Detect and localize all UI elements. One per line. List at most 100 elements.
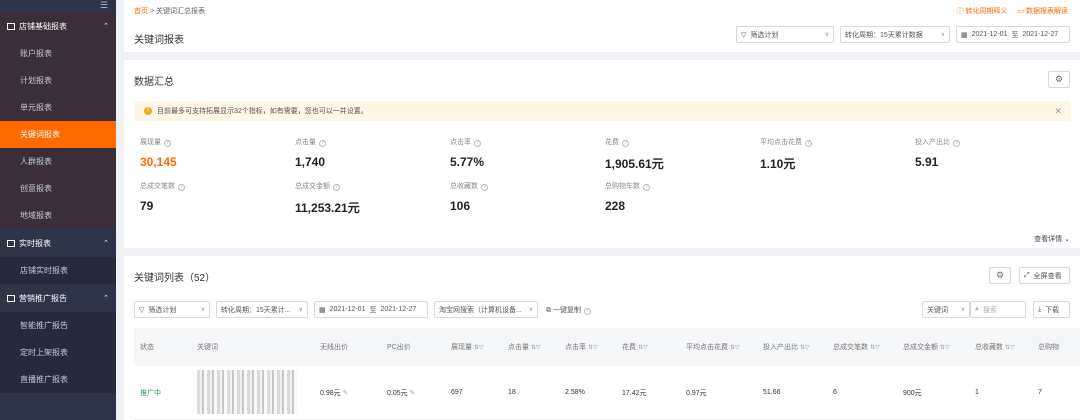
cell-clicks: 18 bbox=[508, 389, 516, 396]
calendar-icon: ▦ bbox=[961, 31, 968, 39]
summary-card: 数据汇总 ⚙ ! 目前最多可支持拓展显示32个指标，如有需要，您也可以一并设置。 ✕… bbox=[124, 60, 1080, 248]
table-header: 状态 关键词 无线出价 PC出价 展现量 ⇅▽ 点击量 ⇅▽ 点击率 ⇅▽ 花费… bbox=[134, 328, 1080, 366]
col-pc-bid: PC出价 bbox=[387, 344, 411, 351]
keyword-list-card: 关键词列表（52） ⚙ ⤢ 全屏查看 ▽ 筛选计划 ∨ 转化周期：15天累计... ∨ … bbox=[124, 256, 1080, 420]
sidebar-item-live[interactable]: 直播推广报表 bbox=[0, 366, 116, 393]
metric-gmv[interactable]: 总成交金额? 11,253.21元 bbox=[295, 181, 445, 216]
conversion-help-link[interactable]: ⓘ 转化周期释义 bbox=[956, 6, 1007, 16]
warning-icon: ! bbox=[144, 107, 152, 115]
report-icon bbox=[7, 239, 15, 247]
cell-roi: 51.66 bbox=[763, 389, 781, 396]
fullscreen-button[interactable]: ⤢ 全屏查看 bbox=[1019, 267, 1070, 284]
sidebar-item-smart[interactable]: 智能推广报告 bbox=[0, 312, 116, 339]
filter-plan-select[interactable]: ▽ 筛选计划 ∨ bbox=[736, 26, 834, 43]
gear-icon[interactable]: ⚙ bbox=[1048, 71, 1070, 88]
col-clicks[interactable]: 点击量 ⇅▽ bbox=[502, 342, 559, 352]
metric-cost[interactable]: 花费? 1,905.61元 bbox=[605, 137, 755, 172]
report-icon bbox=[7, 22, 15, 30]
search-type-select[interactable]: 淘宝网搜索（计算机设备... ∨ bbox=[434, 301, 538, 318]
metric-ctr[interactable]: 点击率? 5.77% bbox=[450, 137, 600, 169]
header-card: 首页 > 关键词汇总报表 ⓘ 转化周期释义 ▭ 数据报表解读 关键词报表 ▽ 筛选计… bbox=[124, 0, 1080, 52]
metric-clicks[interactable]: 点击量? 1,740 bbox=[295, 137, 445, 169]
help-icon: ? bbox=[805, 140, 812, 147]
sort-icon: ⇅▽ bbox=[587, 345, 598, 351]
gear-icon[interactable]: ⚙ bbox=[989, 267, 1011, 284]
metric-impressions[interactable]: 展现量? 30,145 bbox=[140, 137, 290, 169]
sidebar-group-realtime[interactable]: 实时报表 ⌃ bbox=[0, 229, 116, 257]
sidebar-group-store-basic[interactable]: 店铺基础报表 ⌃ bbox=[0, 12, 116, 40]
edit-icon[interactable]: ✎ bbox=[343, 390, 349, 397]
sidebar-item-unit[interactable]: 单元报表 bbox=[0, 94, 116, 121]
view-details-link[interactable]: 查看详情 ⌄ bbox=[1034, 234, 1070, 244]
filter-plan-select[interactable]: ▽ 筛选计划 ∨ bbox=[134, 301, 210, 318]
cell-gmv: 900元 bbox=[903, 389, 922, 397]
col-mobile-bid: 无线出价 bbox=[320, 344, 348, 351]
date-range-picker[interactable]: ▦ 2021-12-01 至 2021-12-27 bbox=[314, 301, 428, 318]
date-range-picker[interactable]: ▦ 2021-12-01 至 2021-12-27 bbox=[956, 26, 1070, 43]
col-cost[interactable]: 花费 ⇅▽ bbox=[616, 342, 680, 352]
chevron-down-icon: ∨ bbox=[960, 307, 965, 313]
period-select[interactable]: 转化周期：15天累计... ∨ bbox=[216, 301, 308, 318]
report-guide-link[interactable]: ▭ 数据报表解读 bbox=[1017, 6, 1068, 16]
cell-impressions: 697 bbox=[451, 389, 463, 396]
cell-avg-cpc: 0.97元 bbox=[686, 389, 707, 397]
sidebar-item-store-realtime[interactable]: 店铺实时报表 bbox=[0, 257, 116, 284]
col-gmv[interactable]: 总成交金额 ⇅▽ bbox=[897, 342, 969, 352]
download-button[interactable]: ⤓ 下载 bbox=[1033, 301, 1070, 318]
cell-cost: 17.42元 bbox=[622, 389, 647, 397]
breadcrumb-home[interactable]: 首页 bbox=[134, 8, 148, 15]
chevron-down-icon: ∨ bbox=[528, 307, 533, 313]
cell-pc-bid[interactable]: 0.05元 ✎ bbox=[381, 388, 445, 398]
help-icon: ? bbox=[622, 140, 629, 147]
cell-mobile-bid[interactable]: 0.98元 ✎ bbox=[314, 388, 381, 398]
keyword-list-title: 关键词列表（52） bbox=[134, 273, 216, 284]
col-favorites[interactable]: 总收藏数 ⇅▽ bbox=[969, 342, 1032, 352]
sidebar-item-crowd[interactable]: 人群报表 bbox=[0, 148, 116, 175]
summary-title: 数据汇总 bbox=[134, 77, 174, 88]
sidebar-item-keyword[interactable]: 关键词报表 bbox=[0, 121, 116, 148]
sort-icon: ⇅▽ bbox=[637, 345, 648, 351]
metric-avg-cpc[interactable]: 平均点击花费? 1.10元 bbox=[760, 137, 910, 172]
collapse-menu-icon[interactable]: ☰ bbox=[0, 0, 116, 12]
close-icon[interactable]: ✕ bbox=[1054, 106, 1062, 117]
search-icon: ⌕ bbox=[975, 305, 979, 313]
sidebar-item-region[interactable]: 地域报表 bbox=[0, 202, 116, 229]
help-icon: ? bbox=[643, 184, 650, 191]
help-icon: ? bbox=[178, 184, 185, 191]
sort-icon: ⇅▽ bbox=[729, 345, 740, 351]
chevron-down-icon: ∨ bbox=[940, 32, 945, 38]
col-impressions[interactable]: 展现量 ⇅▽ bbox=[445, 342, 502, 352]
search-input[interactable]: ⌕ 搜索 bbox=[970, 301, 1026, 318]
edit-icon[interactable]: ✎ bbox=[410, 390, 416, 397]
sidebar-item-account[interactable]: 账户报表 bbox=[0, 40, 116, 67]
period-select[interactable]: 转化周期：15天累计数据 ∨ bbox=[840, 26, 950, 43]
copy-button[interactable]: ⧉ 一键复制? bbox=[546, 305, 591, 315]
blurred-keyword-image bbox=[197, 369, 297, 414]
sidebar-item-scheduled[interactable]: 定时上架报表 bbox=[0, 339, 116, 366]
help-icon: ? bbox=[319, 140, 326, 147]
col-orders[interactable]: 总成交笔数 ⇅▽ bbox=[827, 342, 897, 352]
metric-orders[interactable]: 总成交笔数? 79 bbox=[140, 181, 290, 213]
breadcrumb: 首页 > 关键词汇总报表 bbox=[134, 8, 205, 15]
keyword-table: 状态 关键词 无线出价 PC出价 展现量 ⇅▽ 点击量 ⇅▽ 点击率 ⇅▽ 花费… bbox=[134, 328, 1080, 420]
metric-roi[interactable]: 投入产出比? 5.91 bbox=[915, 137, 1065, 169]
keyword-type-select[interactable]: 关键词 ∨ bbox=[922, 301, 970, 318]
sidebar-item-creative[interactable]: 创意报表 bbox=[0, 175, 116, 202]
sort-icon: ⇅▽ bbox=[939, 345, 950, 351]
sidebar-item-plan[interactable]: 计划报表 bbox=[0, 67, 116, 94]
notice-bar: ! 目前最多可支持拓展显示32个指标，如有需要，您也可以一并设置。 ✕ bbox=[134, 101, 1070, 121]
help-icon: ? bbox=[474, 140, 481, 147]
cell-keyword[interactable] bbox=[191, 369, 314, 416]
metric-carts[interactable]: 总购物车数? 228 bbox=[605, 181, 755, 213]
col-ctr[interactable]: 点击率 ⇅▽ bbox=[559, 342, 616, 352]
help-icon: ? bbox=[333, 184, 340, 191]
chevron-up-icon: ⌃ bbox=[103, 23, 109, 30]
table-row[interactable]: 推广中 0.98元 ✎ 0.05元 ✎ 697 18 2.58% 17.42元 … bbox=[134, 366, 1080, 420]
metric-favorites[interactable]: 总收藏数? 106 bbox=[450, 181, 600, 213]
filter-icon: ▽ bbox=[741, 31, 747, 39]
col-roi[interactable]: 投入产出比 ⇅▽ bbox=[757, 342, 827, 352]
help-icon: ? bbox=[583, 308, 591, 315]
col-avg-cpc[interactable]: 平均点击花费 ⇅▽ bbox=[680, 342, 757, 352]
sidebar-group-marketing[interactable]: 营销推广报告 ⌃ bbox=[0, 284, 116, 312]
sort-icon: ⇅▽ bbox=[799, 345, 810, 351]
